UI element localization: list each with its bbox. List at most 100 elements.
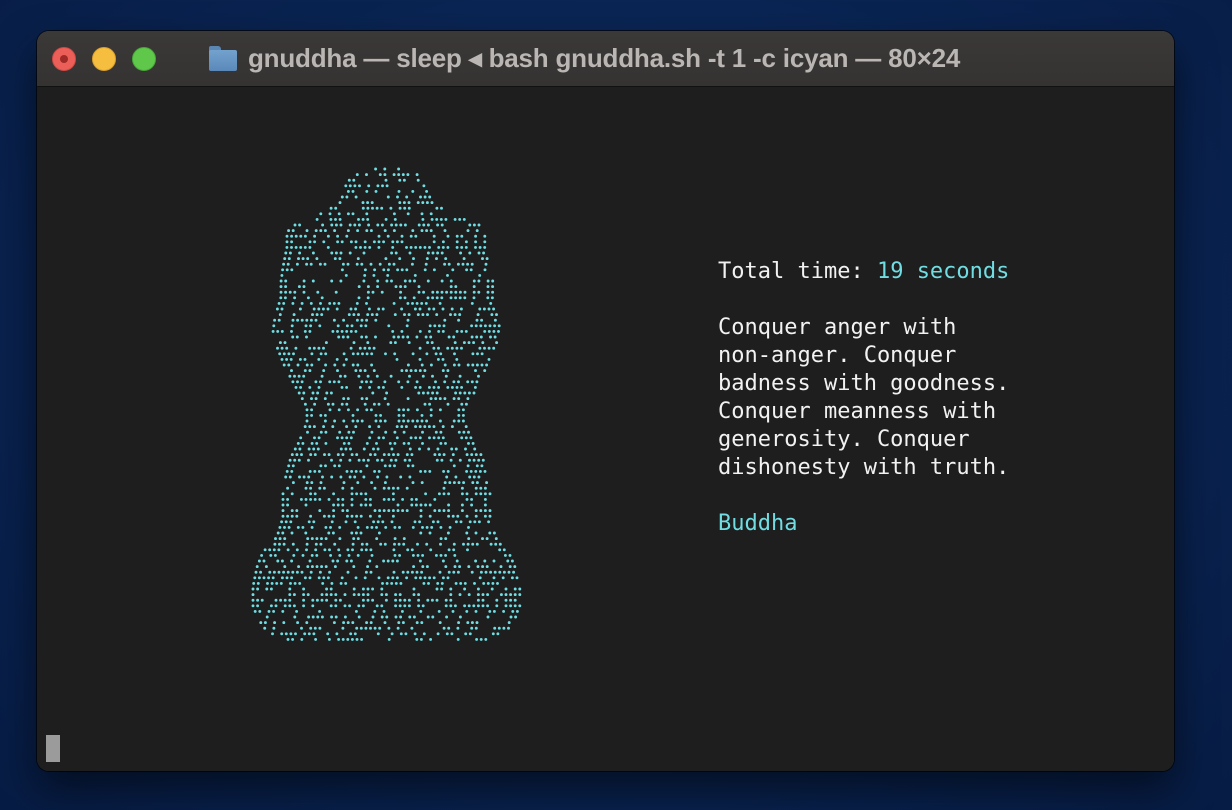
- art-dot: [290, 492, 294, 496]
- art-dot: [493, 335, 497, 339]
- art-dot: [441, 559, 445, 563]
- art-dot: [452, 335, 456, 339]
- art-dot: [354, 469, 358, 473]
- art-dot: [483, 245, 487, 249]
- art-dot: [312, 307, 316, 311]
- art-dot: [293, 447, 297, 451]
- art-dot: [354, 307, 358, 311]
- art-dot: [363, 576, 367, 580]
- art-dot: [406, 301, 410, 305]
- art-dot: [321, 307, 325, 311]
- art-dot: [392, 229, 396, 233]
- art-dot: [354, 576, 358, 580]
- art-dot: [439, 430, 443, 434]
- art-dot: [366, 374, 370, 378]
- art-dot: [370, 430, 374, 434]
- art-dot: [496, 632, 500, 636]
- art-dot: [302, 374, 306, 378]
- art-dot: [318, 570, 322, 574]
- art-dot: [426, 296, 430, 300]
- art-dot: [310, 397, 313, 401]
- art-dot: [402, 542, 406, 546]
- art-dot: [296, 621, 300, 625]
- art-dot: [251, 604, 255, 608]
- art-dot: [476, 593, 480, 597]
- art-dot: [400, 369, 404, 373]
- art-dot: [391, 245, 395, 249]
- art-dot: [336, 453, 340, 457]
- title-bar[interactable]: gnuddha — sleep ◂ bash gnuddha.sh -t 1 -…: [37, 31, 1174, 87]
- art-dot: [317, 307, 321, 311]
- art-dot: [475, 542, 479, 546]
- art-dot: [275, 307, 279, 311]
- art-dot: [303, 632, 307, 636]
- art-dot: [284, 520, 288, 524]
- minimize-button[interactable]: [92, 47, 116, 71]
- art-dot: [336, 503, 340, 507]
- art-dot: [350, 531, 354, 535]
- art-dot: [394, 604, 398, 608]
- art-dot: [258, 609, 262, 613]
- close-button[interactable]: [52, 47, 76, 71]
- art-dot: [450, 425, 454, 429]
- art-dot: [284, 285, 288, 289]
- art-dot: [462, 481, 466, 485]
- art-dot: [396, 626, 400, 630]
- art-dot: [421, 525, 424, 529]
- art-dot: [359, 626, 363, 630]
- art-dot: [484, 570, 488, 574]
- art-dot: [493, 626, 497, 630]
- art-dot: [283, 537, 287, 541]
- art-dot: [458, 565, 462, 569]
- art-dot: [334, 290, 338, 294]
- art-dot: [255, 565, 259, 569]
- art-dot: [348, 184, 352, 188]
- art-dot: [288, 604, 292, 608]
- art-dot: [345, 324, 349, 328]
- art-dot: [348, 223, 352, 227]
- art-dot: [352, 430, 355, 434]
- art-dot: [306, 257, 310, 261]
- art-dot: [324, 441, 328, 445]
- art-dot: [478, 307, 482, 311]
- art-dot: [464, 402, 468, 406]
- art-dot: [327, 453, 331, 457]
- art-dot: [293, 223, 297, 227]
- art-dot: [398, 201, 402, 205]
- art-dot: [296, 363, 300, 367]
- art-dot: [408, 374, 411, 378]
- art-dot: [515, 576, 519, 580]
- art-dot: [353, 475, 357, 479]
- art-dot: [452, 380, 456, 384]
- art-dot: [432, 234, 436, 238]
- art-dot: [308, 576, 312, 580]
- art-dot: [390, 581, 394, 585]
- art-dot: [458, 296, 462, 300]
- art-dot: [446, 346, 450, 350]
- art-dot: [454, 391, 458, 395]
- art-dot: [313, 626, 317, 630]
- art-dot: [398, 206, 402, 210]
- art-dot: [305, 335, 308, 339]
- art-dot: [305, 621, 309, 625]
- art-dot: [289, 632, 293, 636]
- art-dot: [477, 374, 480, 378]
- terminal-content[interactable]: Total time: 19 seconds Conquer anger wit…: [37, 87, 1174, 771]
- art-dot: [326, 234, 330, 238]
- art-dot: [478, 245, 482, 249]
- art-dot: [421, 604, 425, 608]
- art-dot: [374, 318, 378, 322]
- art-dot: [316, 615, 320, 619]
- art-dot: [390, 251, 394, 255]
- art-dot: [433, 453, 437, 457]
- art-dot: [299, 497, 303, 501]
- art-dot: [415, 621, 419, 625]
- art-dot: [421, 313, 425, 317]
- art-dot: [462, 217, 466, 221]
- art-dot: [425, 201, 429, 205]
- art-dot: [453, 604, 457, 608]
- art-dot: [438, 570, 442, 574]
- art-dot: [416, 178, 420, 182]
- zoom-button[interactable]: [132, 47, 156, 71]
- art-dot: [291, 481, 295, 485]
